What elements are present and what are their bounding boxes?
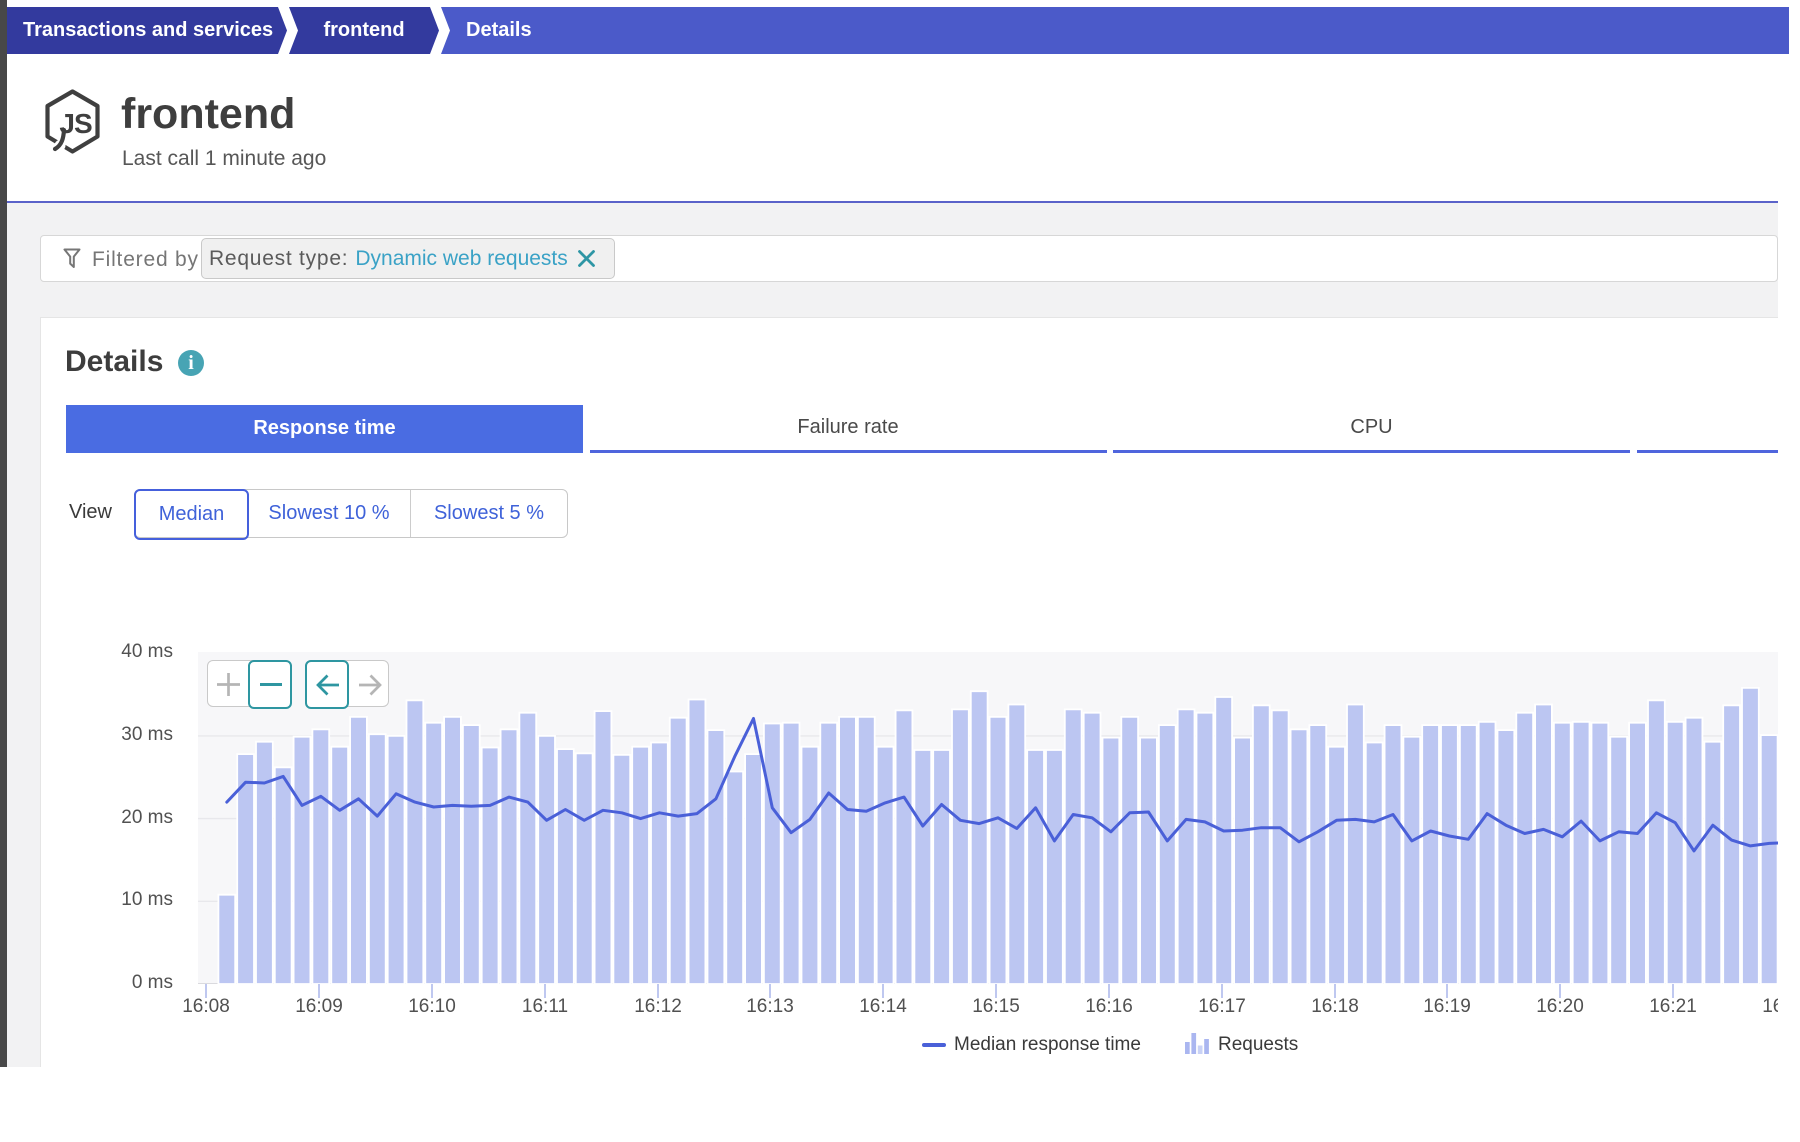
svg-text:JS: JS (59, 108, 92, 139)
